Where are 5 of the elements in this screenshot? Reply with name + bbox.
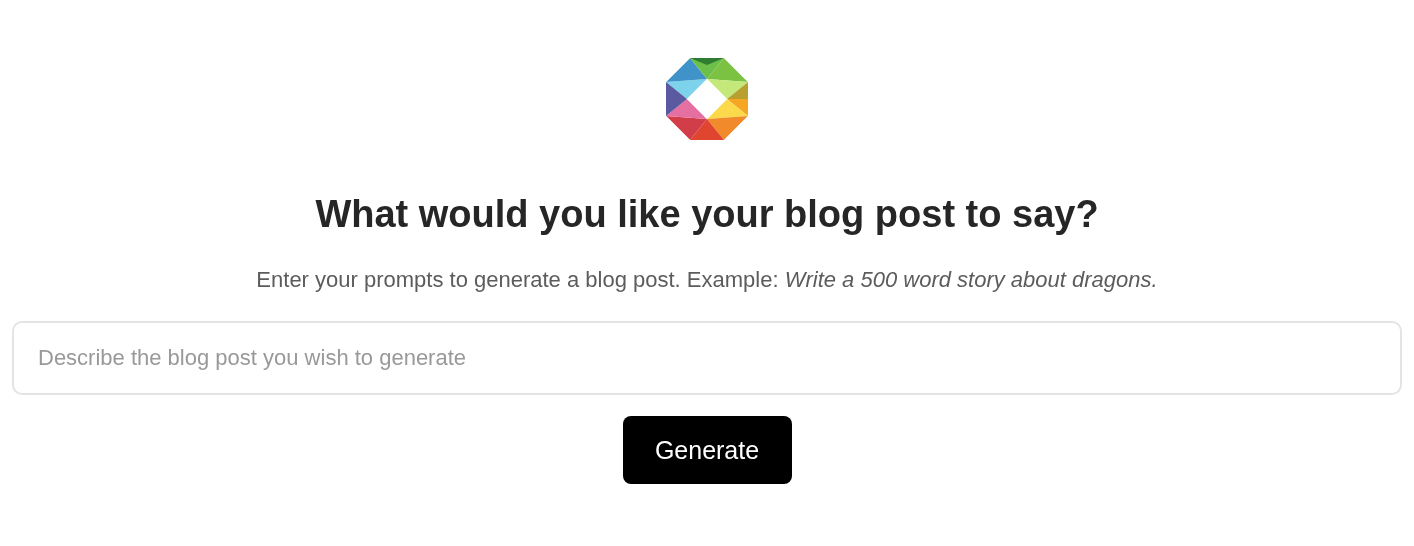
page-heading: What would you like your blog post to say?	[315, 192, 1099, 236]
prompt-input-field[interactable]: Describe the blog post you wish to generate	[12, 321, 1402, 395]
logo-icon	[666, 58, 748, 140]
generate-button[interactable]: Generate	[622, 416, 792, 484]
instructions-text: Enter your prompts to generate a blog post. Example: Write a 500 word story about dragons.	[256, 266, 1158, 294]
